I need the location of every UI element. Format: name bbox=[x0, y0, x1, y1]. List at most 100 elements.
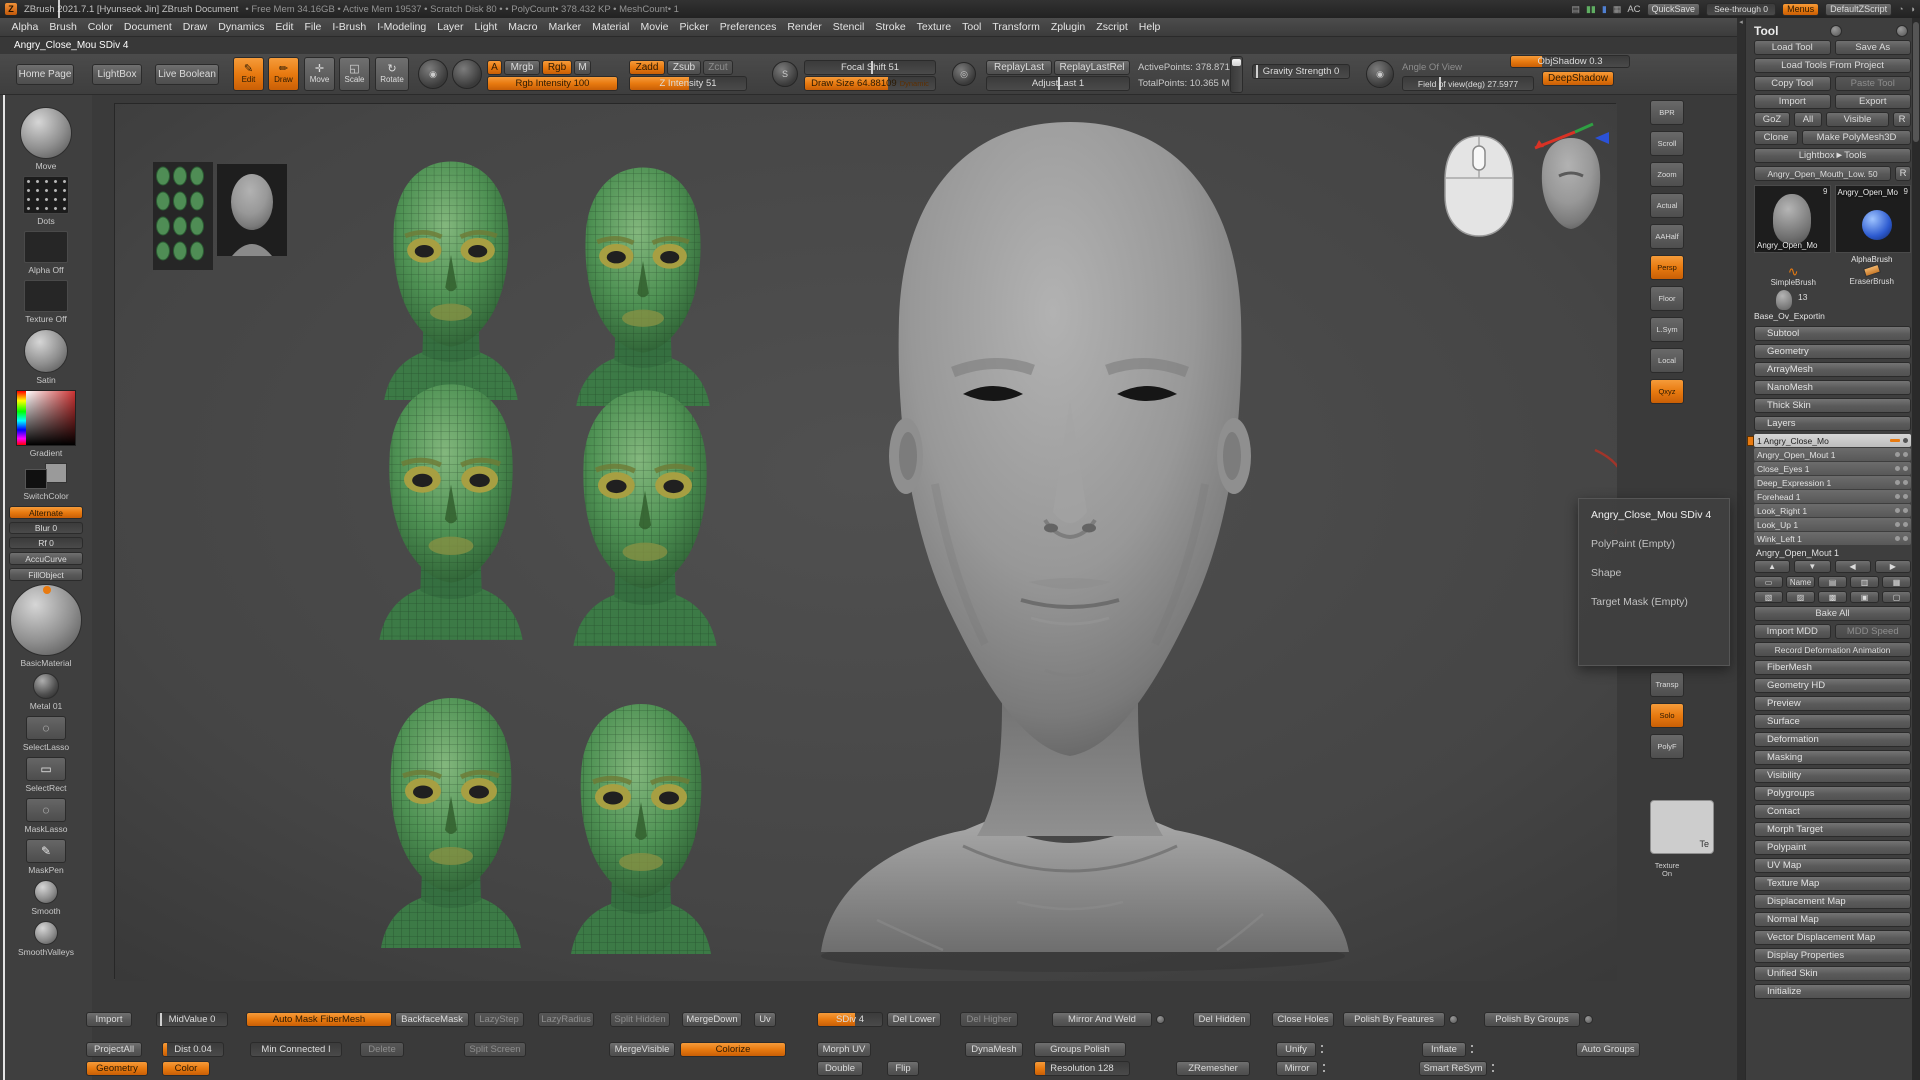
menu-item[interactable]: Brush bbox=[44, 19, 82, 35]
angle-of-view-label[interactable]: Angle Of View bbox=[1402, 62, 1462, 73]
layer-merge-button[interactable]: ▥ bbox=[1850, 576, 1879, 588]
alternate-button[interactable]: Alternate bbox=[9, 506, 83, 519]
color-tab-button[interactable]: Color bbox=[162, 1061, 210, 1076]
base-head-thumbnail[interactable] bbox=[217, 164, 287, 256]
unify-button[interactable]: Unify bbox=[1276, 1042, 1316, 1057]
live-boolean-button[interactable]: Live Boolean bbox=[155, 64, 219, 85]
select-rect-item[interactable]: ▭ SelectRect bbox=[25, 757, 66, 793]
tool-section-button[interactable]: NanoMesh bbox=[1754, 380, 1911, 395]
blur-slider[interactable]: Blur 0 bbox=[9, 522, 83, 534]
resolution-slider[interactable]: Resolution 128 bbox=[1034, 1061, 1130, 1076]
camera-icon[interactable]: ◉ bbox=[1366, 60, 1394, 88]
polish-features-knob[interactable] bbox=[1449, 1015, 1458, 1024]
panel-menu-icon[interactable] bbox=[1830, 25, 1842, 37]
layer-eye-icon[interactable] bbox=[1903, 438, 1908, 443]
goz-visible-button[interactable]: Visible bbox=[1826, 112, 1889, 127]
alpha-preview-icon[interactable] bbox=[452, 59, 482, 89]
smart-resym-mini-slider[interactable] bbox=[1491, 1063, 1495, 1075]
backface-mask-button[interactable]: BackfaceMask bbox=[395, 1012, 469, 1027]
export-button[interactable]: Export bbox=[1835, 94, 1912, 109]
shelf-toggle[interactable]: Persp bbox=[1650, 255, 1684, 280]
layer-eye-icon[interactable] bbox=[1903, 466, 1908, 471]
canvas-background[interactable] bbox=[115, 104, 1617, 981]
saturation-value-area[interactable] bbox=[26, 391, 75, 445]
morph-head-3[interactable] bbox=[379, 384, 522, 640]
rotate-button[interactable]: ↻ Rotate bbox=[375, 57, 409, 91]
tool-section-button[interactable]: Polypaint bbox=[1754, 840, 1911, 855]
fibermesh-import-button[interactable]: Import bbox=[86, 1012, 132, 1027]
del-lower-button[interactable]: Del Lower bbox=[887, 1012, 941, 1027]
smooth-brush-item[interactable]: Smooth bbox=[31, 880, 60, 916]
current-tool-thumbnail[interactable]: 9 Angry_Open_Mo bbox=[1754, 185, 1831, 253]
tool-section-button[interactable]: FiberMesh bbox=[1754, 660, 1911, 675]
tool-section-button[interactable]: Normal Map bbox=[1754, 912, 1911, 927]
metal-material-item[interactable]: Metal 01 bbox=[30, 673, 63, 711]
color-picker-item[interactable]: Gradient bbox=[16, 390, 76, 458]
menu-item[interactable]: Transform bbox=[987, 19, 1045, 35]
mdd-speed-button[interactable]: MDD Speed bbox=[1835, 624, 1912, 639]
menu-item[interactable]: File bbox=[299, 19, 327, 35]
layer-delete-button[interactable]: ▦ bbox=[1882, 576, 1911, 588]
menu-item[interactable]: Document bbox=[118, 19, 177, 35]
basic-material-item[interactable]: BasicMaterial bbox=[10, 584, 82, 668]
layer-down-button[interactable]: ▼ bbox=[1794, 560, 1830, 573]
tool-section-button[interactable]: ArrayMesh bbox=[1754, 362, 1911, 377]
tool-section-button[interactable]: Thick Skin bbox=[1754, 398, 1911, 413]
tool-section-button[interactable]: Surface bbox=[1754, 714, 1911, 729]
gravity-strength-slider[interactable]: Gravity Strength 0 bbox=[1252, 64, 1350, 79]
morph-head-4[interactable] bbox=[573, 390, 716, 646]
layer-new-button[interactable]: ▭ bbox=[1754, 576, 1783, 588]
layer-row[interactable]: Angry_Open_Mout 1 bbox=[1754, 448, 1911, 461]
deep-shadow-button[interactable]: DeepShadow bbox=[1542, 71, 1614, 86]
layer-eye-icon[interactable] bbox=[1903, 480, 1908, 485]
mirror-and-weld-button[interactable]: Mirror And Weld bbox=[1052, 1012, 1152, 1027]
zsub-button[interactable]: Zsub bbox=[667, 60, 701, 75]
shelf-toggle[interactable]: PolyF bbox=[1650, 734, 1684, 759]
groups-polish-button[interactable]: Groups Polish bbox=[1034, 1042, 1126, 1057]
tool-section-button[interactable]: Initialize bbox=[1754, 984, 1911, 999]
document-canvas[interactable] bbox=[114, 103, 1616, 980]
layer-thumbnail-grid[interactable] bbox=[153, 162, 213, 270]
flip-button[interactable]: Flip bbox=[887, 1061, 919, 1076]
move-button[interactable]: ✛ Move bbox=[304, 57, 335, 91]
morph-head-1[interactable] bbox=[384, 162, 518, 400]
layer-intensity-icon[interactable] bbox=[1895, 466, 1900, 471]
lazy-radius-button[interactable]: LazyRadius bbox=[538, 1012, 594, 1027]
import-button[interactable]: Import bbox=[1754, 94, 1831, 109]
fill-object-button[interactable]: FillObject bbox=[9, 568, 83, 581]
layer-eye-icon[interactable] bbox=[1903, 452, 1908, 457]
shelf-toggle[interactable]: Transp bbox=[1650, 672, 1684, 697]
morph-head-6[interactable] bbox=[571, 704, 711, 954]
menu-item[interactable]: Movie bbox=[635, 19, 674, 35]
morph-head-5[interactable] bbox=[381, 698, 521, 948]
colorize-button[interactable]: Colorize bbox=[680, 1042, 786, 1057]
tool-section-button[interactable]: Geometry HD bbox=[1754, 678, 1911, 693]
auto-mask-fibermesh-button[interactable]: Auto Mask FiberMesh bbox=[246, 1012, 392, 1027]
menu-item[interactable]: Stencil bbox=[827, 19, 870, 35]
zremesher-button[interactable]: ZRemesher bbox=[1176, 1061, 1250, 1076]
gravity-direction-icon[interactable]: ◎ bbox=[952, 62, 976, 86]
paste-tool-button[interactable]: Paste Tool bbox=[1835, 76, 1912, 91]
layer-eye-icon[interactable] bbox=[1903, 522, 1908, 527]
menu-item[interactable]: Material bbox=[587, 19, 635, 35]
layer-intensity-icon[interactable] bbox=[1890, 439, 1900, 442]
shelf-toggle[interactable]: Local bbox=[1650, 348, 1684, 373]
morph-head-2[interactable] bbox=[576, 168, 710, 406]
hue-strip[interactable] bbox=[17, 391, 26, 445]
tool-section-button[interactable]: Masking bbox=[1754, 750, 1911, 765]
menu-item[interactable]: I-Brush bbox=[327, 19, 372, 35]
replay-last-button[interactable]: ReplayLast bbox=[986, 60, 1052, 75]
mirror-weld-axis-knob[interactable] bbox=[1156, 1015, 1165, 1024]
base-tool-item[interactable]: 13 Base_Ov_Exportin bbox=[1754, 290, 1911, 324]
active-tool-name-button[interactable]: Angry_Open_Mouth_Low. 50 bbox=[1754, 166, 1891, 181]
tool-section-button[interactable]: Contact bbox=[1754, 804, 1911, 819]
panel-layout-icon[interactable]: ▤ bbox=[1571, 4, 1580, 15]
session-circle-icon[interactable]: ◑ bbox=[1910, 4, 1915, 14]
goz-button[interactable]: GoZ bbox=[1754, 112, 1790, 127]
layer-prev-button[interactable]: ◀ bbox=[1835, 560, 1871, 573]
stroke-preview-icon[interactable]: ◉ bbox=[418, 59, 448, 89]
scale-button[interactable]: ◱ Scale bbox=[339, 57, 370, 91]
tool-section-button[interactable]: Texture Map bbox=[1754, 876, 1911, 891]
replay-last-rel-button[interactable]: ReplayLastRel bbox=[1054, 60, 1130, 75]
accucurve-button[interactable]: AccuCurve bbox=[9, 552, 83, 565]
